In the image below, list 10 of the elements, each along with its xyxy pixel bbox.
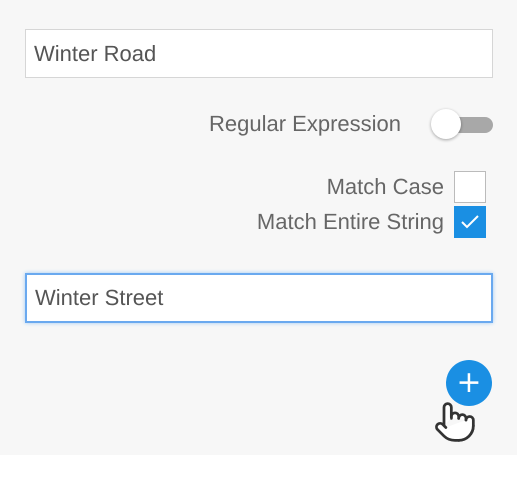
find-field[interactable]: Winter Road bbox=[25, 29, 493, 78]
option-label: Match Entire String bbox=[256, 209, 444, 235]
option-checkbox[interactable] bbox=[454, 206, 486, 238]
option-label: Match Case bbox=[326, 174, 444, 200]
replace-field[interactable]: Winter Street bbox=[25, 273, 493, 323]
check-icon bbox=[461, 215, 479, 229]
option-checkbox[interactable] bbox=[454, 171, 486, 203]
regex-toggle[interactable] bbox=[431, 108, 493, 140]
regex-label: Regular Expression bbox=[209, 111, 401, 137]
hand-cursor-icon bbox=[433, 400, 477, 444]
